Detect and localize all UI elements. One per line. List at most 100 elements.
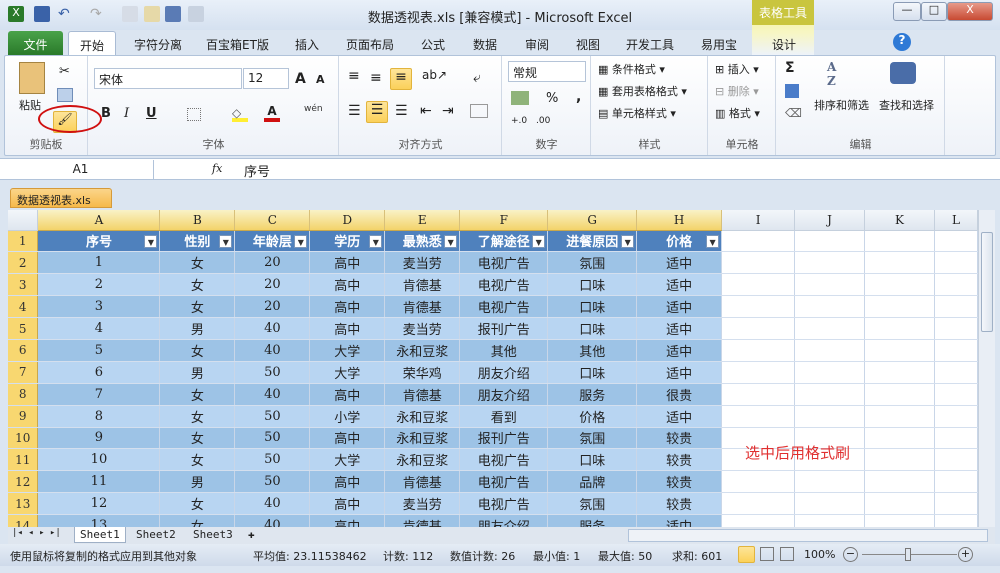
formula-input[interactable]: 序号 xyxy=(244,161,270,180)
empty-cell[interactable] xyxy=(794,230,865,253)
table-cell[interactable]: 女 xyxy=(159,339,236,362)
empty-cell[interactable] xyxy=(934,295,978,319)
increase-indent-icon[interactable]: ⇥ xyxy=(442,103,454,119)
table-cell[interactable]: 20 xyxy=(234,295,311,319)
tab-baibaoxiang[interactable]: 百宝箱ET版 xyxy=(200,31,275,55)
filter-dropdown-icon[interactable]: ▼ xyxy=(369,234,383,248)
table-cell[interactable]: 口味 xyxy=(547,273,638,297)
column-header-F[interactable]: F xyxy=(459,210,549,231)
table-cell[interactable]: 口味 xyxy=(547,295,638,319)
table-cell[interactable]: 品牌 xyxy=(547,470,638,494)
empty-cell[interactable] xyxy=(721,361,796,384)
page-layout-view-icon[interactable] xyxy=(760,547,774,561)
table-cell[interactable]: 大学 xyxy=(309,361,386,384)
increase-decimal-button[interactable]: +.0 xyxy=(511,116,527,126)
table-cell[interactable]: 口味 xyxy=(547,317,638,340)
orientation-icon[interactable]: ab↗ xyxy=(422,68,447,82)
row-header[interactable]: 3 xyxy=(8,273,39,297)
close-button[interactable]: X xyxy=(947,2,993,21)
table-header-cell[interactable]: 学历 ▼ xyxy=(309,230,386,253)
table-cell[interactable]: 高中 xyxy=(309,470,386,494)
tab-data[interactable]: 数据 xyxy=(465,31,505,55)
table-cell[interactable]: 口味 xyxy=(547,448,638,472)
empty-cell[interactable] xyxy=(864,361,935,384)
zoom-out-icon[interactable]: − xyxy=(843,547,858,562)
empty-cell[interactable] xyxy=(864,339,935,362)
table-cell[interactable]: 11 xyxy=(37,470,161,494)
cut-icon[interactable]: ✂ xyxy=(59,64,70,79)
empty-cell[interactable] xyxy=(721,383,796,406)
row-header[interactable]: 1 xyxy=(8,230,39,253)
empty-cell[interactable] xyxy=(864,383,935,406)
table-cell[interactable]: 麦当劳 xyxy=(384,492,461,516)
table-cell[interactable]: 40 xyxy=(234,317,311,340)
empty-cell[interactable] xyxy=(864,273,935,297)
table-cell[interactable]: 女 xyxy=(159,251,236,275)
table-cell[interactable]: 肯德基 xyxy=(384,273,461,297)
table-cell[interactable]: 50 xyxy=(234,405,311,428)
table-cell[interactable]: 报刊广告 xyxy=(459,427,549,450)
empty-cell[interactable] xyxy=(864,251,935,275)
font-name-select[interactable]: 宋体 xyxy=(94,68,242,89)
align-bottom-icon[interactable]: ≡ xyxy=(390,68,412,90)
row-header[interactable]: 2 xyxy=(8,251,39,275)
table-cell[interactable]: 较贵 xyxy=(636,448,723,472)
table-cell[interactable]: 永和豆浆 xyxy=(384,339,461,362)
empty-cell[interactable] xyxy=(864,514,935,527)
table-cell[interactable]: 适中 xyxy=(636,295,723,319)
empty-cell[interactable] xyxy=(721,405,796,428)
table-cell[interactable]: 高中 xyxy=(309,492,386,516)
empty-cell[interactable] xyxy=(721,339,796,362)
column-header-C[interactable]: C xyxy=(234,210,311,231)
column-header-G[interactable]: G xyxy=(547,210,638,231)
bold-button[interactable]: B xyxy=(101,106,111,121)
table-cell[interactable]: 适中 xyxy=(636,405,723,428)
align-top-icon[interactable]: ≡ xyxy=(348,68,360,84)
table-cell[interactable]: 小学 xyxy=(309,405,386,428)
fill-icon[interactable] xyxy=(785,84,799,98)
tab-page-layout[interactable]: 页面布局 xyxy=(340,31,400,55)
vertical-scrollbar[interactable] xyxy=(978,210,995,527)
sheet-tab-sheet1[interactable]: Sheet1 xyxy=(74,527,126,543)
align-left-icon[interactable]: ☰ xyxy=(348,103,361,119)
empty-cell[interactable] xyxy=(794,295,865,319)
find-select-button[interactable]: 查找和选择 xyxy=(879,97,934,113)
fill-color-icon[interactable]: ◇ xyxy=(232,106,248,122)
comma-button[interactable]: , xyxy=(576,89,581,105)
empty-cell[interactable] xyxy=(934,470,978,494)
table-cell[interactable]: 电视广告 xyxy=(459,295,549,319)
table-cell[interactable]: 20 xyxy=(234,251,311,275)
insert-button[interactable]: ⊞ 插入 ▾ xyxy=(715,61,759,77)
table-cell[interactable]: 麦当劳 xyxy=(384,317,461,340)
table-cell[interactable]: 适中 xyxy=(636,251,723,275)
row-header[interactable]: 6 xyxy=(8,339,39,362)
empty-cell[interactable] xyxy=(864,230,935,253)
autosum-button[interactable]: Σ xyxy=(785,60,795,76)
table-cell[interactable]: 适中 xyxy=(636,317,723,340)
empty-cell[interactable] xyxy=(864,295,935,319)
delete-button[interactable]: ⊟ 删除 ▾ xyxy=(715,83,759,99)
empty-cell[interactable] xyxy=(721,470,796,494)
empty-cell[interactable] xyxy=(721,251,796,275)
sort-filter-button[interactable]: 排序和筛选 xyxy=(814,97,869,113)
zoom-in-icon[interactable]: + xyxy=(958,547,973,562)
table-cell[interactable]: 7 xyxy=(37,383,161,406)
row-header[interactable]: 8 xyxy=(8,383,39,406)
empty-cell[interactable] xyxy=(794,514,865,527)
decrease-decimal-button[interactable]: .00 xyxy=(536,116,550,126)
empty-cell[interactable] xyxy=(934,405,978,428)
table-cell[interactable]: 1 xyxy=(37,251,161,275)
table-header-cell[interactable]: 最熟悉 ▼ xyxy=(384,230,461,253)
currency-icon[interactable] xyxy=(511,91,529,105)
empty-cell[interactable] xyxy=(934,230,978,253)
table-cell[interactable]: 荣华鸡 xyxy=(384,361,461,384)
empty-cell[interactable] xyxy=(864,405,935,428)
shrink-font-button[interactable]: A xyxy=(316,73,325,86)
tab-char-split[interactable]: 字符分离 xyxy=(128,31,188,55)
empty-cell[interactable] xyxy=(794,339,865,362)
column-header-L[interactable]: L xyxy=(934,210,978,231)
table-cell[interactable]: 女 xyxy=(159,448,236,472)
table-cell[interactable]: 氛围 xyxy=(547,427,638,450)
filter-dropdown-icon[interactable]: ▼ xyxy=(294,234,308,248)
sort-filter-icon[interactable]: AZ xyxy=(827,60,853,88)
